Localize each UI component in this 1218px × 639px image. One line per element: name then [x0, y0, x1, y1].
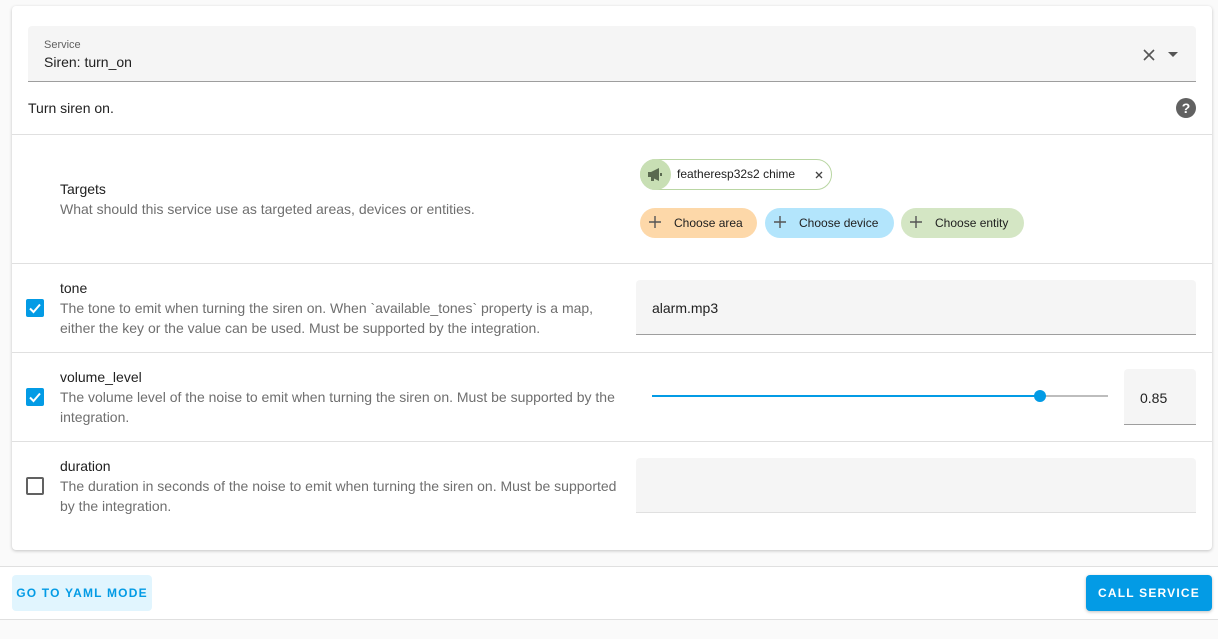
duration-description: The duration in seconds of the noise to …	[60, 478, 617, 514]
choose-area-button[interactable]: Choose area	[640, 208, 757, 238]
target-chip-label: featheresp32s2 chime	[677, 167, 796, 181]
call-service-button[interactable]: CALL SERVICE	[1086, 575, 1212, 611]
service-select-label: Service	[44, 39, 81, 51]
volume-level-description: The volume level of the noise to emit wh…	[60, 389, 615, 425]
tone-title: tone	[60, 280, 88, 296]
volume-level-title: volume_level	[60, 369, 142, 385]
service-description: Turn siren on.	[28, 100, 114, 116]
volume-level-input[interactable]: 0.85	[1124, 369, 1196, 425]
slider-thumb[interactable]	[1033, 390, 1046, 402]
choose-device-label: Choose device	[799, 216, 879, 230]
footer-bottom-divider	[0, 619, 1218, 620]
duration-checkbox[interactable]	[26, 477, 44, 495]
targets-title: Targets	[60, 181, 106, 197]
plus-icon	[649, 216, 661, 228]
plus-icon	[910, 216, 922, 228]
help-icon[interactable]: ?	[1176, 98, 1196, 118]
choose-entity-button[interactable]: Choose entity	[901, 208, 1024, 238]
footer-bar: GO TO YAML MODE CALL SERVICE	[0, 567, 1218, 619]
volume-level-input-value: 0.85	[1140, 390, 1168, 406]
volume-level-slider[interactable]	[652, 390, 1108, 402]
tone-description: The tone to emit when turning the siren …	[60, 300, 594, 336]
divider	[12, 441, 1212, 442]
targets-description: What should this service use as targeted…	[60, 201, 475, 217]
clear-icon[interactable]	[1142, 48, 1156, 62]
service-select[interactable]: Service Siren: turn_on	[28, 26, 1196, 82]
bullhorn-icon	[640, 159, 671, 190]
choose-device-button[interactable]: Choose device	[765, 208, 894, 238]
slider-fill	[652, 395, 1040, 397]
duration-input[interactable]	[636, 458, 1196, 513]
yaml-mode-button[interactable]: GO TO YAML MODE	[12, 575, 152, 611]
plus-icon	[774, 216, 786, 228]
divider	[12, 352, 1212, 353]
service-form-card: Service Siren: turn_on Turn siren on. ? …	[12, 6, 1212, 550]
service-select-value: Siren: turn_on	[44, 54, 132, 70]
checkmark-icon	[29, 303, 41, 314]
checkmark-icon	[29, 392, 41, 403]
volume-level-checkbox[interactable]	[26, 388, 44, 406]
tone-checkbox[interactable]	[26, 299, 44, 317]
dropdown-arrow-icon[interactable]	[1168, 52, 1178, 57]
divider	[12, 134, 1212, 135]
duration-title: duration	[60, 458, 111, 474]
divider	[12, 263, 1212, 264]
remove-target-icon[interactable]	[813, 169, 825, 181]
choose-area-label: Choose area	[674, 216, 743, 230]
target-chip-entity[interactable]: featheresp32s2 chime	[640, 159, 832, 190]
choose-entity-label: Choose entity	[935, 216, 1009, 230]
tone-input-value: alarm.mp3	[652, 300, 719, 316]
tone-input[interactable]: alarm.mp3	[636, 280, 1196, 335]
